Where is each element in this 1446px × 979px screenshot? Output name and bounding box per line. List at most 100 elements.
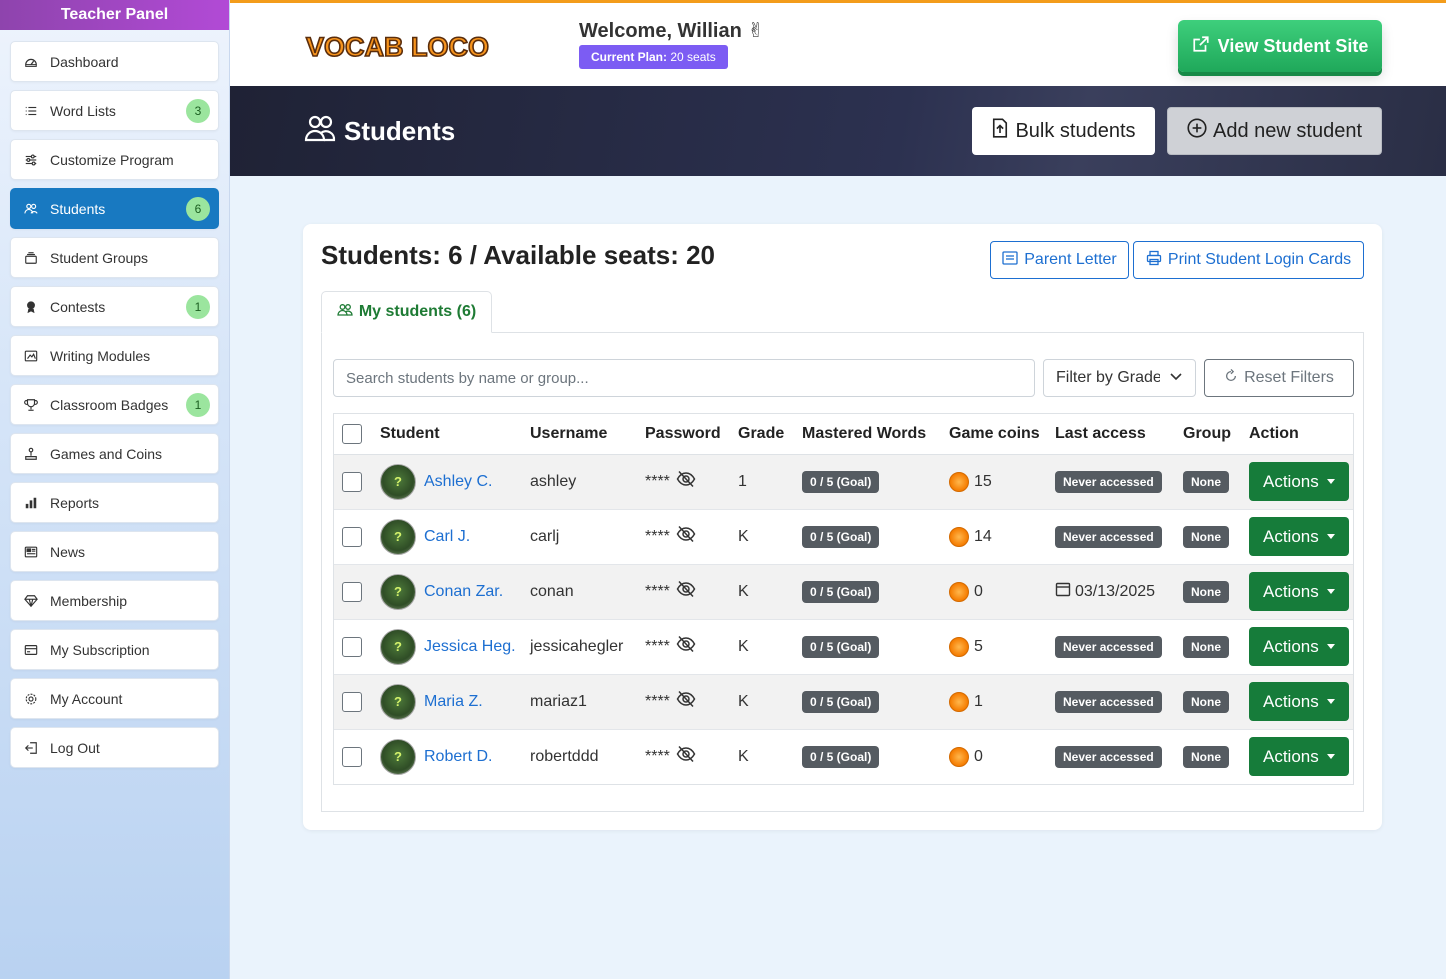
row-checkbox[interactable] (342, 471, 362, 492)
column-header[interactable]: Grade (730, 414, 794, 455)
row-select-cell (334, 729, 372, 784)
sidebar-item-games-and-coins[interactable]: Games and Coins (10, 433, 219, 474)
count-badge: 6 (186, 196, 210, 221)
student-name-link[interactable]: Ashley C. (424, 473, 492, 491)
sidebar-item-word-lists[interactable]: Word Lists 3 (10, 90, 219, 131)
student-cell: ? Jessica Heg. (372, 619, 522, 675)
student-name-link[interactable]: Jessica Heg. (424, 638, 516, 656)
sidebar-item-dashboard[interactable]: Dashboard (10, 41, 219, 82)
eye-slash-icon[interactable] (676, 690, 696, 713)
action-cell: Actions (1241, 619, 1353, 675)
sidebar-item-label: Membership (50, 592, 128, 609)
student-name-link[interactable]: Maria Z. (424, 693, 483, 711)
sidebar-item-reports[interactable]: Reports (10, 482, 219, 523)
column-header[interactable]: Student (372, 414, 522, 455)
coin-count: 5 (974, 637, 983, 655)
row-checkbox[interactable] (342, 746, 362, 767)
actions-label: Actions (1263, 746, 1319, 766)
sidebar-item-classroom-badges[interactable]: Classroom Badges 1 (10, 384, 219, 425)
people-icon (23, 201, 39, 217)
row-checkbox[interactable] (342, 581, 362, 602)
student-name-link[interactable]: Carl J. (424, 528, 470, 546)
plan-value: 20 seats (670, 50, 716, 64)
parent-letter-button[interactable]: Parent Letter (990, 241, 1129, 279)
sidebar-item-student-groups[interactable]: Student Groups (10, 237, 219, 278)
page-banner: Students Bulk students Add new student (230, 86, 1446, 176)
actions-dropdown-button[interactable]: Actions (1249, 572, 1349, 611)
coin-icon (949, 746, 969, 767)
actions-dropdown-button[interactable]: Actions (1249, 462, 1349, 501)
grade-cell: K (730, 509, 794, 565)
sidebar-item-my-subscription[interactable]: My Subscription (10, 629, 219, 670)
action-cell: Actions (1241, 729, 1353, 784)
username-cell: jessicahegler (522, 619, 637, 675)
password-cell: **** (637, 509, 730, 565)
student-cell: ? Robert D. (372, 729, 522, 784)
last-access-badge: Never accessed (1055, 690, 1162, 713)
eye-slash-icon[interactable] (676, 745, 696, 768)
column-header[interactable]: Game coins (941, 414, 1047, 455)
eye-slash-icon[interactable] (676, 580, 696, 603)
mastered-cell: 0 / 5 (Goal) (794, 454, 941, 510)
sidebar-item-log-out[interactable]: Log Out (10, 727, 219, 768)
sidebar-item-writing-modules[interactable]: Writing Modules (10, 335, 219, 376)
sidebar-item-my-account[interactable]: My Account (10, 678, 219, 719)
row-checkbox[interactable] (342, 691, 362, 712)
student-name-link[interactable]: Conan Zar. (424, 583, 503, 601)
card-title: Students: 6 / Available seats: 20 (321, 240, 715, 270)
grade-cell: 1 (730, 454, 794, 510)
column-header[interactable]: Group (1175, 414, 1241, 455)
last-access-badge: Never accessed (1055, 470, 1162, 493)
tab-panel: Filter by Grade Reset Filters Student Us… (321, 332, 1364, 812)
username-cell: conan (522, 564, 637, 620)
sidebar-item-contests[interactable]: Contests 1 (10, 286, 219, 327)
row-checkbox[interactable] (342, 526, 362, 547)
column-header[interactable]: Mastered Words (794, 414, 941, 455)
students-card: Students: 6 / Available seats: 20 Parent… (303, 224, 1382, 830)
mastered-badge: 0 / 5 (Goal) (802, 525, 880, 548)
sidebar-item-membership[interactable]: Membership (10, 580, 219, 621)
row-checkbox[interactable] (342, 636, 362, 657)
grade-filter-select[interactable]: Filter by Grade (1043, 359, 1196, 397)
document-icon (1002, 250, 1018, 270)
sidebar-item-label: Word Lists (50, 102, 116, 119)
eye-slash-icon[interactable] (676, 470, 696, 493)
column-header[interactable]: Username (522, 414, 637, 455)
actions-label: Actions (1263, 471, 1319, 491)
eye-slash-icon[interactable] (676, 525, 696, 548)
add-new-student-button[interactable]: Add new student (1167, 107, 1382, 155)
sidebar-item-news[interactable]: News (10, 531, 219, 572)
sidebar-item-students[interactable]: Students 6 (10, 188, 219, 229)
sidebar: Teacher Panel Dashboard Word Lists 3 Cus… (0, 0, 230, 979)
coins-cell: 0 (941, 564, 1047, 620)
select-all-checkbox[interactable] (342, 423, 362, 444)
grade-cell: K (738, 747, 749, 765)
actions-dropdown-button[interactable]: Actions (1249, 627, 1349, 666)
actions-dropdown-button[interactable]: Actions (1249, 737, 1349, 777)
password-mask: **** (645, 582, 670, 600)
sidebar-nav: Dashboard Word Lists 3 Customize Program… (0, 30, 229, 768)
print-login-cards-button[interactable]: Print Student Login Cards (1133, 241, 1364, 279)
select-all-cell (334, 414, 372, 455)
bulk-students-button[interactable]: Bulk students (972, 107, 1155, 155)
search-input[interactable] (333, 359, 1035, 397)
students-table: Student Username Password Grade Mastered… (333, 413, 1354, 785)
student-cell: ? Conan Zar. (372, 564, 522, 620)
vocab-loco-logo[interactable]: VOCAB LOCO (304, 25, 490, 65)
sliders-icon (23, 152, 39, 168)
caret-down-icon (1326, 754, 1335, 760)
mastered-cell: 0 / 5 (Goal) (794, 674, 941, 730)
view-student-site-button[interactable]: View Student Site (1178, 20, 1382, 72)
student-name-link[interactable]: Robert D. (424, 748, 492, 766)
actions-dropdown-button[interactable]: Actions (1249, 682, 1349, 721)
eye-slash-icon[interactable] (676, 635, 696, 658)
newspaper-icon (23, 544, 39, 560)
top-bar: VOCAB LOCO Welcome, Willian ✌ Current Pl… (230, 0, 1446, 86)
reset-filters-button[interactable]: Reset Filters (1204, 359, 1354, 397)
tab-my-students[interactable]: My students (6) (321, 291, 492, 333)
password-mask: **** (645, 527, 670, 545)
bulk-students-label: Bulk students (1015, 119, 1136, 142)
column-header[interactable]: Last access (1047, 414, 1175, 455)
actions-dropdown-button[interactable]: Actions (1249, 517, 1349, 556)
sidebar-item-customize-program[interactable]: Customize Program (10, 139, 219, 180)
